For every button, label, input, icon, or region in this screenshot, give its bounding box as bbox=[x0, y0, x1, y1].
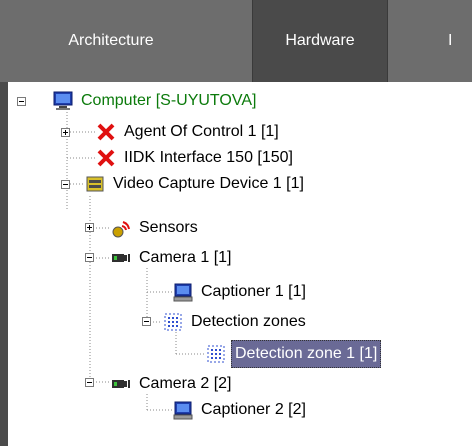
error-x-icon bbox=[95, 121, 117, 143]
tree-node-captioner-1[interactable]: Captioner 1 [1] bbox=[172, 279, 309, 305]
tree-node-iidk-interface[interactable]: IIDK Interface 150 [150] bbox=[95, 145, 296, 171]
tab-partial[interactable]: I bbox=[448, 0, 472, 82]
collapse-computer[interactable] bbox=[17, 97, 26, 106]
expand-sensors[interactable] bbox=[85, 223, 94, 232]
tree-node-camera-1[interactable]: Camera 1 [1] bbox=[110, 245, 234, 271]
tree-node-detection-zone-1[interactable]: Detection zone 1 [1] bbox=[205, 340, 382, 368]
tree-node-video-capture-device[interactable]: Video Capture Device 1 [1] bbox=[84, 171, 307, 197]
collapse-detection-zones[interactable] bbox=[142, 317, 151, 326]
expand-agent-of-control[interactable] bbox=[61, 128, 70, 137]
tree-node-sensors[interactable]: Sensors bbox=[110, 215, 201, 241]
hardware-tree: Computer [S-UYUTOVA] Agent Of Control 1 … bbox=[0, 82, 472, 446]
captioner-icon bbox=[172, 281, 194, 303]
tab-bar: Architecture Hardware I bbox=[0, 0, 472, 82]
tree-node-agent-of-control[interactable]: Agent Of Control 1 [1] bbox=[95, 119, 282, 145]
camera-icon bbox=[110, 247, 132, 269]
tree-node-detection-zones[interactable]: Detection zones bbox=[162, 309, 309, 335]
tree-node-captioner-2[interactable]: Captioner 2 [2] bbox=[172, 397, 309, 423]
camera-icon bbox=[110, 373, 132, 395]
error-x-icon bbox=[95, 147, 117, 169]
tree-node-computer[interactable]: Computer [S-UYUTOVA] bbox=[52, 88, 259, 114]
detection-zones-icon bbox=[162, 311, 184, 333]
tab-hardware[interactable]: Hardware bbox=[252, 0, 388, 82]
sensors-icon bbox=[110, 217, 132, 239]
tree-node-camera-2[interactable]: Camera 2 [2] bbox=[110, 371, 234, 397]
computer-icon bbox=[52, 90, 74, 112]
detection-zone-icon bbox=[205, 343, 227, 365]
capture-device-icon bbox=[84, 173, 106, 195]
collapse-video-capture-device[interactable] bbox=[61, 180, 70, 189]
captioner-icon bbox=[172, 399, 194, 421]
tab-architecture[interactable]: Architecture bbox=[36, 0, 186, 82]
collapse-camera-2[interactable] bbox=[85, 378, 94, 387]
collapse-camera-1[interactable] bbox=[85, 253, 94, 262]
